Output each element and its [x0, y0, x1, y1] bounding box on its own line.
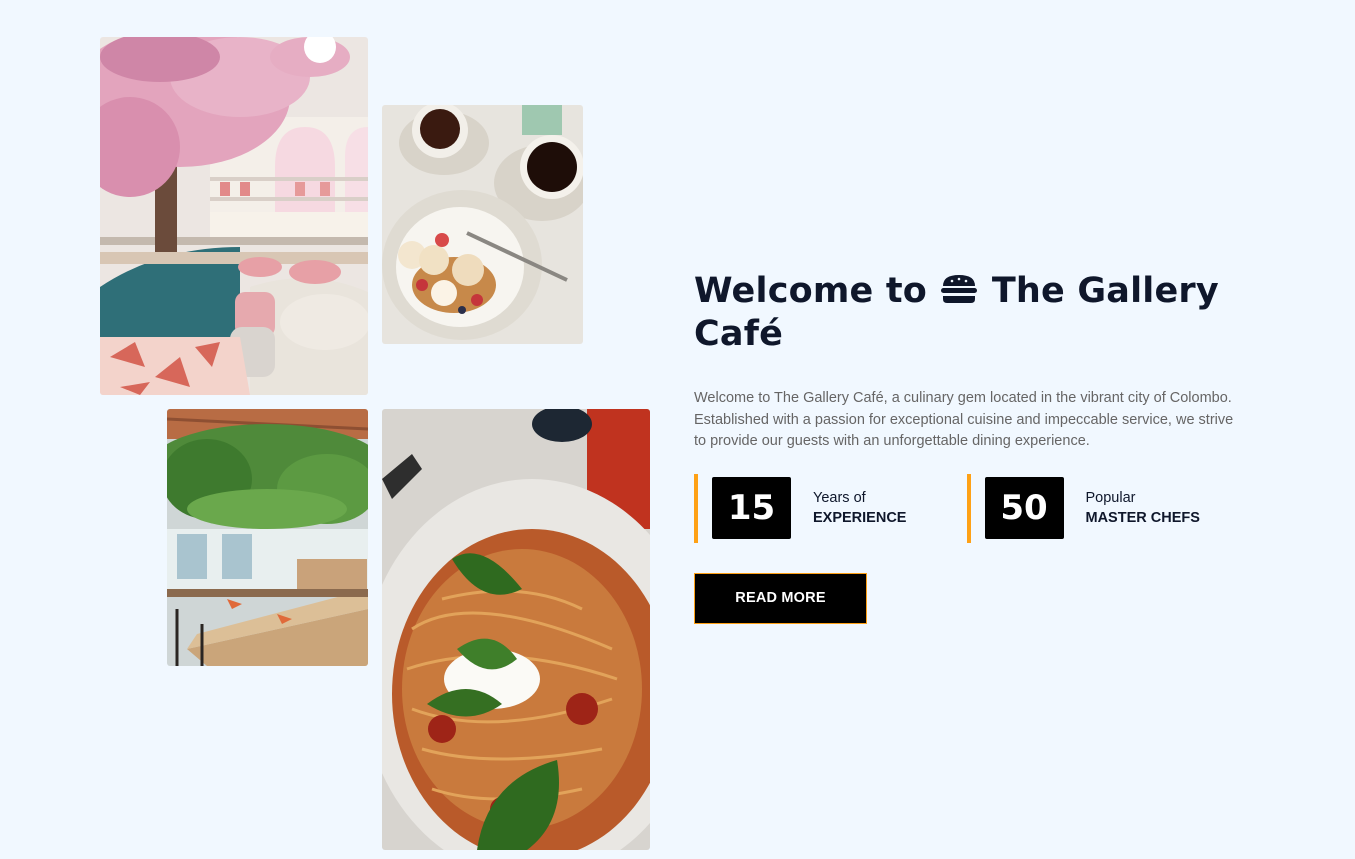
stat-experience: 15 Years of EXPERIENCE [694, 473, 967, 543]
stat-label: Years of EXPERIENCE [813, 488, 906, 528]
stat-label: Popular MASTER CHEFS [1086, 488, 1200, 528]
garden-dining-image [167, 409, 368, 666]
stat-number: 50 [984, 477, 1064, 539]
stats-row: 15 Years of EXPERIENCE 50 Popular MASTER… [694, 473, 1240, 543]
cafe-interior-image [100, 37, 368, 395]
coffee-dessert-image [382, 105, 583, 344]
stat-label-line2: MASTER CHEFS [1085, 510, 1200, 526]
stat-label-line1: Popular [1085, 490, 1136, 506]
read-more-button[interactable]: READ MORE [694, 572, 867, 624]
stat-label-line1: Years of [813, 490, 866, 506]
page-title: Welcome to The Gallery Café [694, 270, 1239, 356]
pasta-dish-image [382, 409, 650, 850]
about-description: Welcome to The Gallery Café, a culinary … [694, 390, 1234, 449]
stat-chefs: 50 Popular MASTER CHEFS [966, 473, 1240, 543]
burger-icon [941, 272, 978, 303]
about-section: Welcome to The Gallery Café Welcome to T… [694, 270, 1239, 624]
title-part1: Welcome to [694, 271, 928, 311]
stat-label-line2: EXPERIENCE [813, 510, 907, 526]
stat-number: 15 [712, 477, 791, 539]
